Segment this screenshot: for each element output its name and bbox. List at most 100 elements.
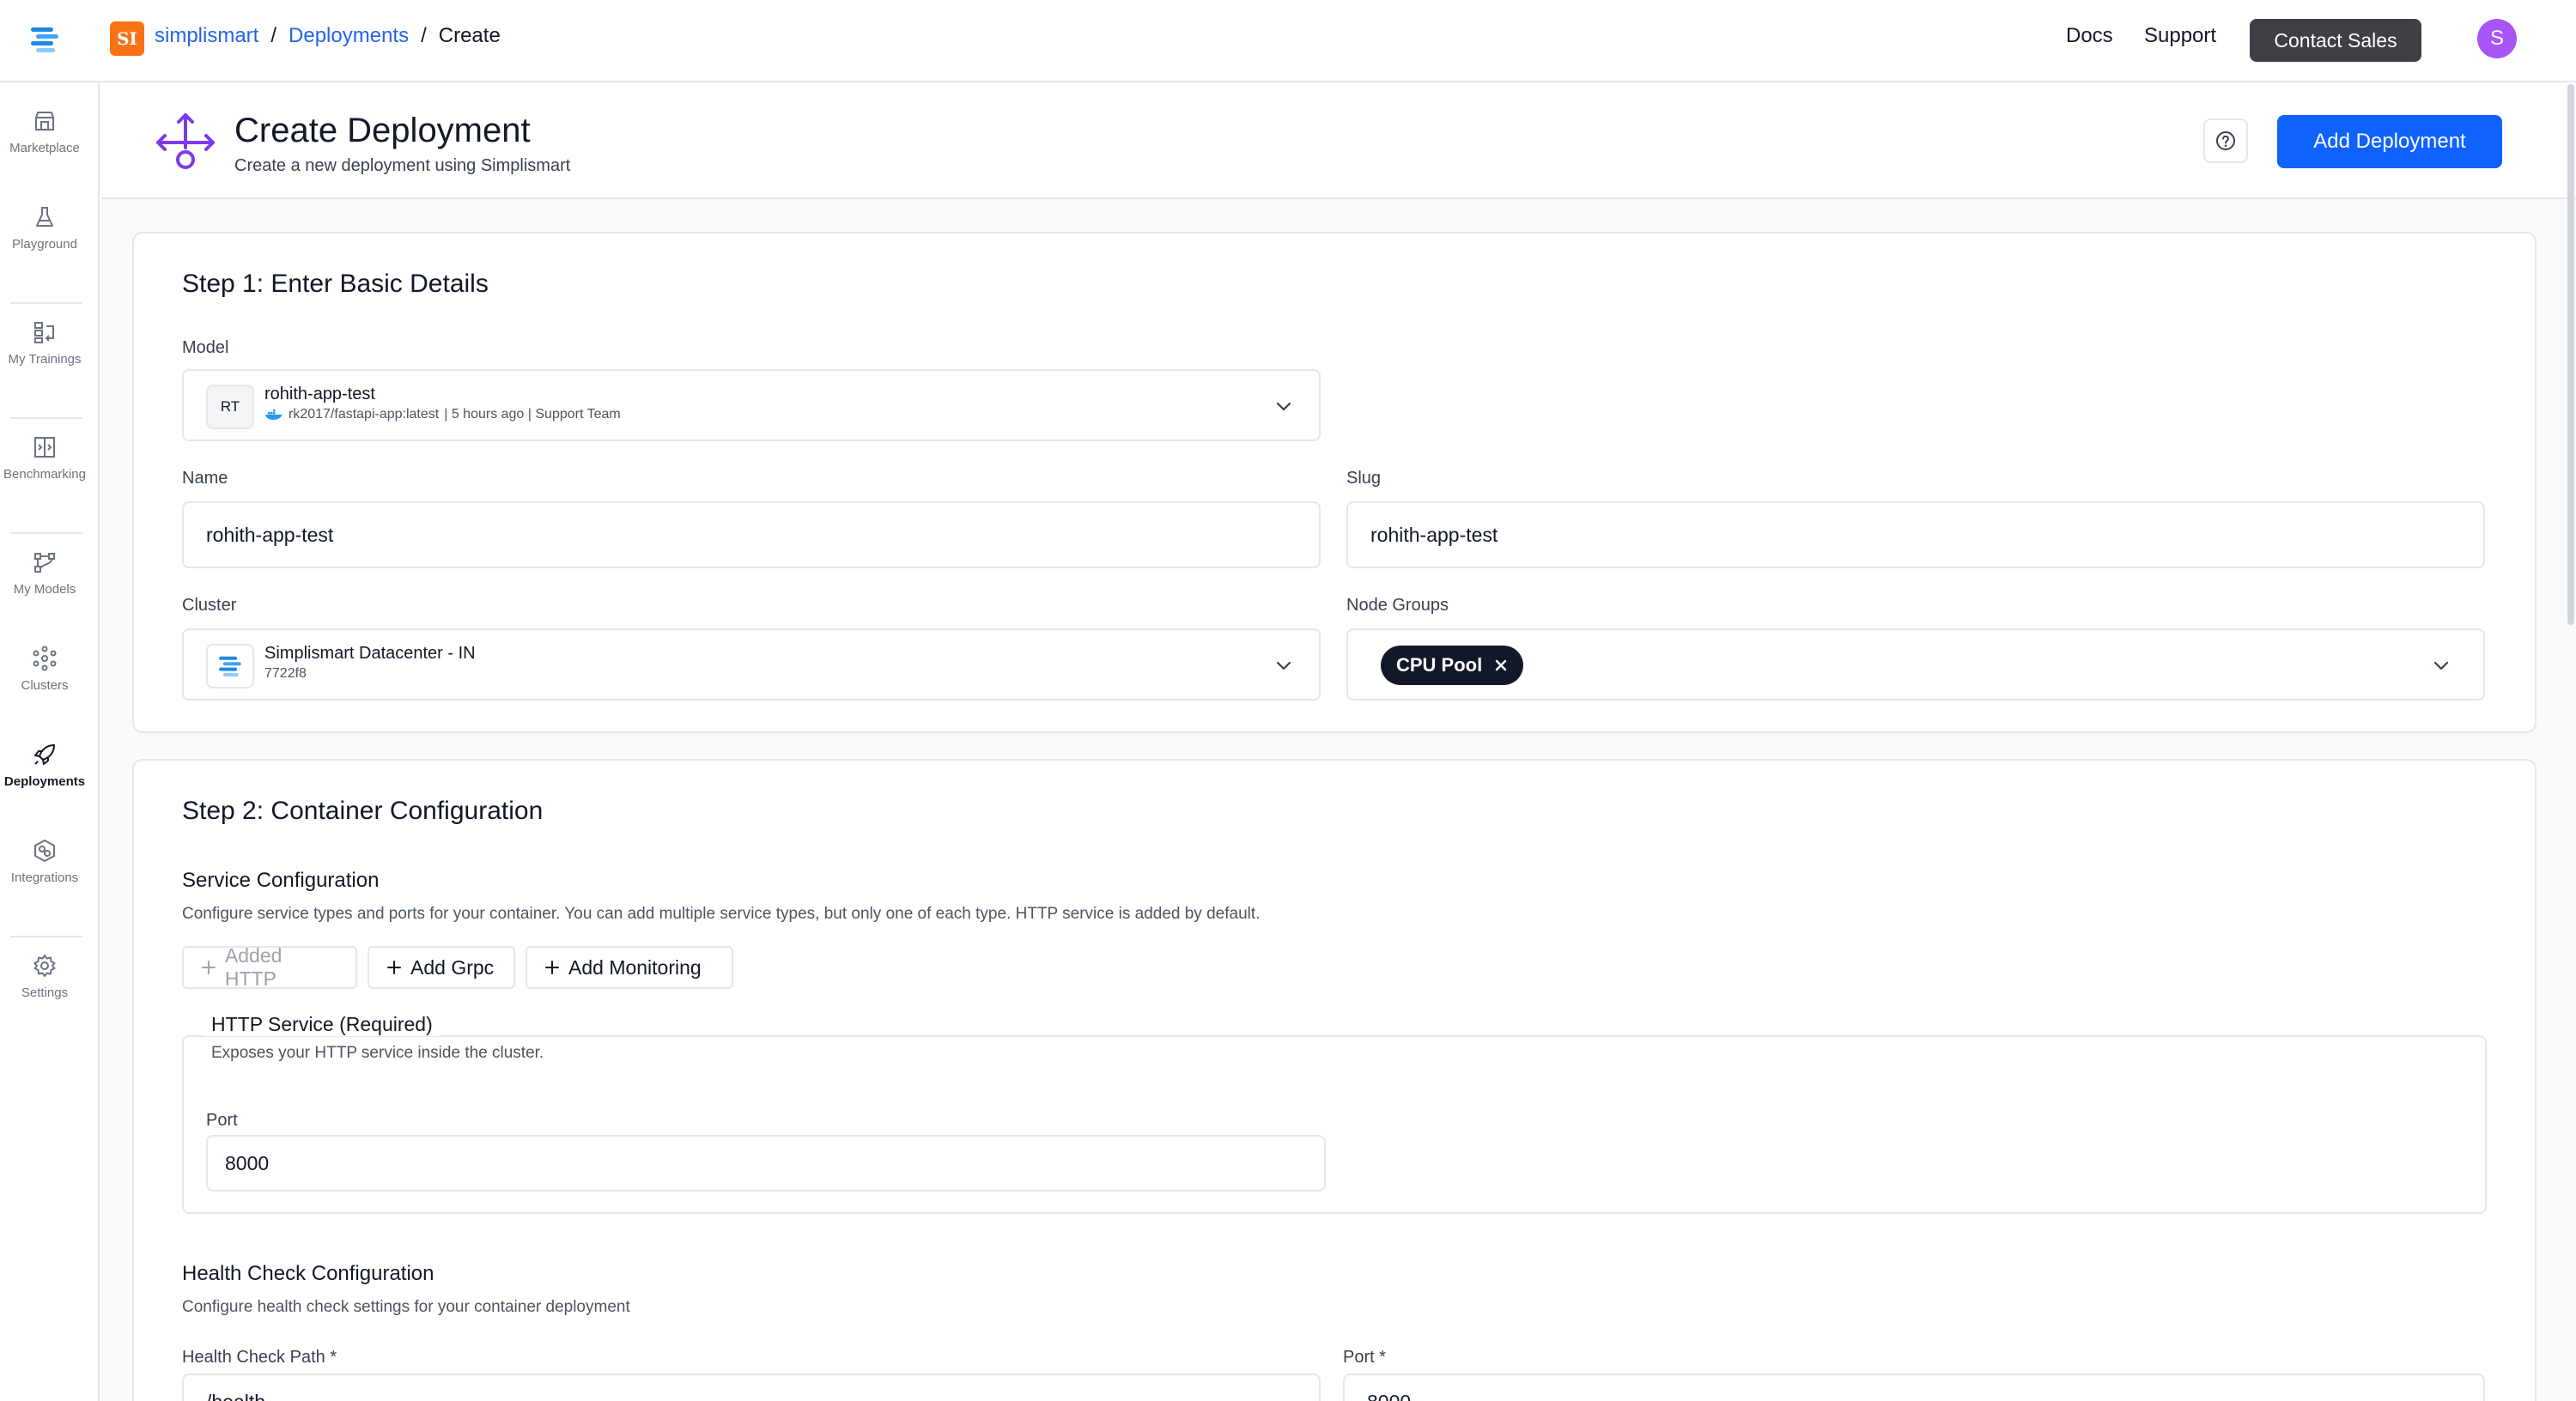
http-port-value: 8000 <box>225 1152 270 1174</box>
simplismart-logo-icon <box>219 656 241 676</box>
sidebar-item-my-models[interactable]: My Models <box>0 549 89 597</box>
http-service-title: HTTP Service (Required) <box>204 1013 440 1036</box>
sidebar-item-label: Deployments <box>3 774 86 789</box>
support-link[interactable]: Support <box>2144 24 2216 48</box>
help-button[interactable] <box>2203 118 2248 163</box>
integrations-icon <box>34 840 55 862</box>
breadcrumb-separator: / <box>270 24 277 47</box>
docker-icon <box>265 409 283 420</box>
scrollbar[interactable] <box>2567 84 2574 625</box>
sidebar-item-marketplace[interactable]: Marketplace <box>0 108 89 155</box>
cluster-name: Simplismart Datacenter - IN <box>264 644 476 663</box>
sidebar-item-label: Benchmarking <box>3 467 86 482</box>
model-label: Model <box>182 338 229 357</box>
plus-icon <box>545 961 559 974</box>
deployment-arrows-icon <box>156 113 215 169</box>
name-value: rohith-app-test <box>206 524 334 546</box>
plus-icon <box>387 961 401 974</box>
avatar[interactable]: S <box>2477 19 2517 58</box>
step1-title: Step 1: Enter Basic Details <box>182 270 489 298</box>
sidebar-item-label: My Models <box>13 582 76 597</box>
http-port-label: Port <box>206 1111 238 1130</box>
health-port-input[interactable]: 8000 <box>1343 1374 2485 1401</box>
node-group-chip: CPU Pool <box>1381 646 1524 685</box>
added-http-button: Added HTTP <box>182 944 357 990</box>
sidebar-item-my-trainings[interactable]: My Trainings <box>0 319 89 367</box>
model-image: rk2017/fastapi-app:latest <box>289 407 440 422</box>
breadcrumb-separator: / <box>421 24 427 47</box>
chevron-down-icon <box>1276 661 1291 670</box>
http-service-desc: Exposes your HTTP service inside the clu… <box>211 1044 544 1062</box>
health-port-value: 8000 <box>1367 1391 1411 1401</box>
breadcrumb-current: Create <box>438 24 501 47</box>
cluster-logo <box>206 644 254 688</box>
org-badge[interactable]: SI <box>110 21 144 56</box>
http-port-input[interactable]: 8000 <box>206 1135 1326 1192</box>
model-select[interactable]: RT rohith-app-test rk2017/fastapi-app:la… <box>182 369 1321 441</box>
slug-input[interactable]: rohith-app-test <box>1346 501 2485 568</box>
added-http-label: Added HTTP <box>224 944 283 990</box>
gear-icon <box>33 955 56 977</box>
step2-title: Step 2: Container Configuration <box>182 797 544 825</box>
sidebar-item-label: Settings <box>21 986 69 1000</box>
help-circle-icon <box>2216 131 2235 150</box>
plus-icon <box>201 961 216 974</box>
node-group-chip-label: CPU Pool <box>1396 654 1483 676</box>
top-bar: SI simplismart / Deployments / Create Do… <box>0 0 2576 82</box>
model-meta: rk2017/fastapi-app:latest | 5 hours ago … <box>264 407 621 422</box>
service-config-desc: Configure service types and ports for yo… <box>182 905 1261 923</box>
health-path-value: /health <box>206 1391 265 1401</box>
health-path-input[interactable]: /health <box>182 1374 1321 1401</box>
sidebar-divider <box>10 417 82 419</box>
chevron-down-icon <box>2433 661 2449 670</box>
clusters-icon <box>33 646 57 671</box>
breadcrumb: simplismart / Deployments / Create <box>155 24 501 48</box>
health-path-label: Health Check Path * <box>182 1348 337 1367</box>
contact-sales-button[interactable]: Contact Sales <box>2250 19 2421 62</box>
slug-label: Slug <box>1346 469 1382 488</box>
health-port-label: Port * <box>1343 1348 1387 1367</box>
model-badge: RT <box>206 385 254 429</box>
add-grpc-button[interactable]: Add Grpc <box>368 946 515 989</box>
cluster-label: Cluster <box>182 596 237 615</box>
chevron-down-icon <box>1276 402 1291 411</box>
sidebar-divider <box>10 936 82 937</box>
sidebar-item-label: Integrations <box>10 870 79 885</box>
sidebar-item-benchmarking[interactable]: Benchmarking <box>0 434 89 482</box>
rocket-icon <box>34 744 55 765</box>
add-monitoring-button[interactable]: Add Monitoring <box>526 946 733 989</box>
sidebar-item-deployments[interactable]: Deployments <box>0 742 89 789</box>
close-icon[interactable] <box>1494 658 1508 672</box>
sidebar-item-clusters[interactable]: Clusters <box>0 646 89 693</box>
model-name: rohith-app-test <box>264 385 375 403</box>
sidebar-item-label: Clusters <box>21 678 69 693</box>
sidebar-item-playground[interactable]: Playground <box>0 204 89 252</box>
service-config-title: Service Configuration <box>182 869 380 892</box>
add-deployment-button[interactable]: Add Deployment <box>2277 115 2502 168</box>
sidebar: Marketplace Playground My Trainings Benc… <box>0 82 100 1401</box>
sidebar-item-integrations[interactable]: Integrations <box>0 838 89 885</box>
page-title: Create Deployment <box>234 112 531 149</box>
simplismart-logo-icon[interactable] <box>27 22 62 57</box>
sidebar-item-label: My Trainings <box>8 352 82 367</box>
breadcrumb-deployments-link[interactable]: Deployments <box>289 24 409 48</box>
cluster-id: 7722f8 <box>264 666 307 681</box>
model-age-team: | 5 hours ago | Support Team <box>444 407 621 422</box>
cluster-select[interactable]: Simplismart Datacenter - IN 7722f8 <box>182 628 1321 700</box>
slug-value: rohith-app-test <box>1370 524 1498 546</box>
sidebar-item-label: Playground <box>12 237 77 252</box>
add-grpc-label: Add Grpc <box>410 955 495 979</box>
sidebar-divider <box>10 532 82 534</box>
add-monitoring-label: Add Monitoring <box>568 955 702 979</box>
name-input[interactable]: rohith-app-test <box>182 501 1321 568</box>
sidebar-item-settings[interactable]: Settings <box>0 953 89 1000</box>
page-header: Create Deployment Create a new deploymen… <box>101 84 2576 199</box>
models-icon <box>34 553 55 573</box>
sidebar-item-label: Marketplace <box>9 141 80 155</box>
trainings-icon <box>34 322 54 343</box>
node-groups-select[interactable]: CPU Pool <box>1346 628 2485 700</box>
node-groups-label: Node Groups <box>1346 596 1449 615</box>
breadcrumb-org-link[interactable]: simplismart <box>155 24 258 48</box>
docs-link[interactable]: Docs <box>2066 24 2113 48</box>
sidebar-divider <box>10 302 82 304</box>
